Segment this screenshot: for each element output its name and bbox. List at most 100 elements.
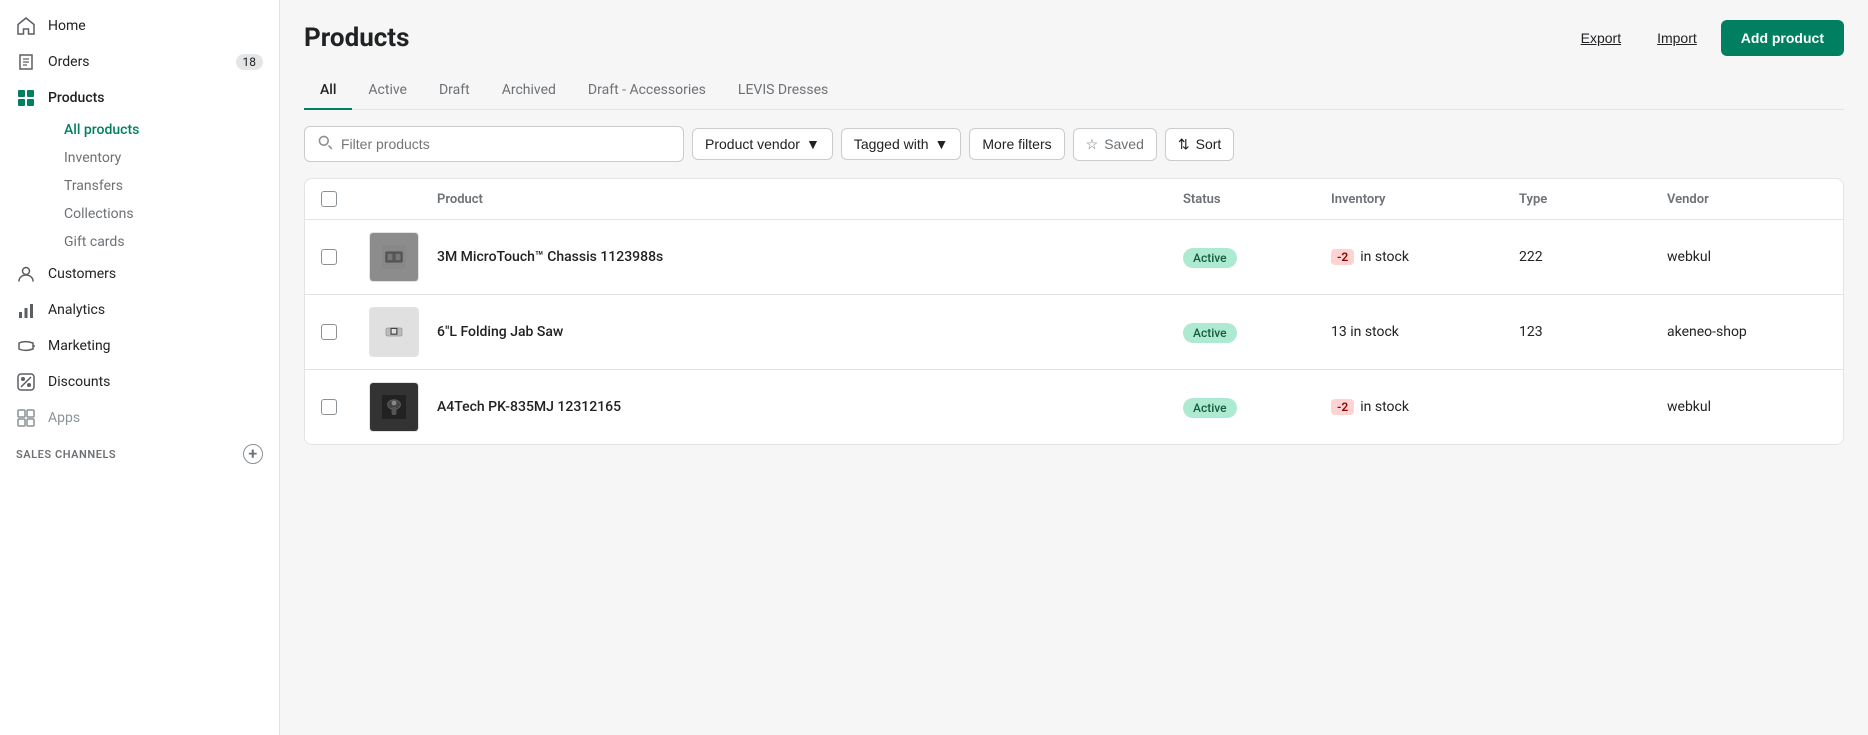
home-icon [16, 16, 36, 36]
select-all-checkbox[interactable] [321, 191, 361, 207]
export-button[interactable]: Export [1569, 22, 1633, 54]
inventory-negative-badge-2: -2 [1331, 399, 1354, 415]
import-button[interactable]: Import [1645, 22, 1709, 54]
row-2-type: 123 [1519, 324, 1659, 340]
marketing-icon [16, 336, 36, 356]
more-filters-button[interactable]: More filters [969, 128, 1064, 160]
sidebar-item-products-label: Products [48, 90, 105, 106]
inventory-text: in stock [1360, 249, 1409, 265]
orders-badge: 18 [236, 54, 264, 70]
status-badge: Active [1183, 323, 1237, 343]
sort-label: Sort [1196, 136, 1222, 152]
row-1-type: 222 [1519, 249, 1659, 265]
sidebar-item-orders[interactable]: Orders 18 [0, 44, 279, 80]
sidebar-item-discounts[interactable]: Discounts [0, 364, 279, 400]
tab-archived[interactable]: Archived [486, 72, 572, 110]
tab-all[interactable]: All [304, 72, 352, 110]
search-icon [317, 134, 333, 154]
sidebar-item-marketing-label: Marketing [48, 338, 111, 354]
page-header: Products Export Import Add product [304, 20, 1844, 56]
row-3-inventory: -2 in stock [1331, 399, 1511, 415]
transfers-label: Transfers [64, 178, 123, 194]
inventory-negative-badge: -2 [1331, 249, 1354, 265]
row-1-checkbox[interactable] [321, 249, 361, 265]
sidebar-item-products[interactable]: Products [0, 80, 279, 116]
row-2-inventory: 13 in stock [1331, 324, 1511, 340]
apps-icon [16, 408, 36, 428]
row-3-checkbox[interactable] [321, 399, 361, 415]
sidebar-item-orders-label: Orders [48, 54, 90, 70]
sidebar-item-apps[interactable]: Apps [0, 400, 279, 436]
sidebar-item-marketing[interactable]: Marketing [0, 328, 279, 364]
product-vendor-filter[interactable]: Product vendor ▼ [692, 128, 833, 160]
filter-bar: Product vendor ▼ Tagged with ▼ More filt… [304, 126, 1844, 162]
table-row[interactable]: 🔲 6"L Folding Jab Saw Active 13 in stock… [305, 295, 1843, 370]
row-3-vendor: webkul [1667, 399, 1827, 415]
chevron-down-icon-2: ▼ [935, 136, 949, 152]
sales-channels-label: SALES CHANNELS [16, 448, 116, 461]
sidebar-item-customers[interactable]: Customers [0, 256, 279, 292]
search-input-wrap[interactable] [304, 126, 684, 162]
table-header-type: Type [1519, 192, 1659, 207]
sidebar-item-inventory[interactable]: Inventory [48, 144, 279, 172]
page-title: Products [304, 23, 409, 53]
analytics-icon [16, 300, 36, 320]
add-sales-channel-button[interactable]: + [243, 444, 263, 464]
status-badge: Active [1183, 248, 1237, 268]
status-badge: Active [1183, 398, 1237, 418]
row-2-status: Active [1183, 322, 1323, 343]
svg-text:🔲: 🔲 [390, 328, 398, 336]
saved-label: Saved [1104, 136, 1144, 152]
sidebar-item-collections[interactable]: Collections [48, 200, 279, 228]
collections-label: Collections [64, 206, 134, 222]
sidebar-item-apps-label: Apps [48, 410, 80, 426]
table-header-row: Product Status Inventory Type Vendor [305, 179, 1843, 220]
row-3-image [369, 382, 419, 432]
inventory-text-2: 13 in stock [1331, 324, 1399, 340]
tab-draft-accessories[interactable]: Draft - Accessories [572, 72, 722, 110]
tabs-bar: All Active Draft Archived Draft - Access… [304, 72, 1844, 110]
customers-icon [16, 264, 36, 284]
inventory-label: Inventory [64, 150, 121, 166]
sidebar-item-transfers[interactable]: Transfers [48, 172, 279, 200]
sidebar-item-gift-cards[interactable]: Gift cards [48, 228, 279, 256]
sidebar-nav: Home Orders 18 Products All products Inv… [0, 0, 279, 735]
tagged-with-filter[interactable]: Tagged with ▼ [841, 128, 962, 160]
table-row[interactable]: 3M MicroTouch™ Chassis 1123988s Active -… [305, 220, 1843, 295]
saved-button[interactable]: ☆ Saved [1073, 128, 1157, 161]
sidebar-item-analytics[interactable]: Analytics [0, 292, 279, 328]
table-row[interactable]: A4Tech PK-835MJ 12312165 Active -2 in st… [305, 370, 1843, 444]
product-img-3m [370, 233, 418, 281]
sort-button[interactable]: ⇅ Sort [1165, 128, 1234, 161]
sidebar-item-all-products[interactable]: All products [48, 116, 279, 144]
sidebar-item-home[interactable]: Home [0, 8, 279, 44]
row-2-image: 🔲 [369, 307, 419, 357]
product-img-a4tech [370, 383, 418, 431]
sidebar-item-analytics-label: Analytics [48, 302, 105, 318]
row-3-name: A4Tech PK-835MJ 12312165 [437, 398, 1175, 416]
more-filters-label: More filters [982, 136, 1051, 152]
row-2-checkbox[interactable] [321, 324, 361, 340]
tab-levis-dresses[interactable]: LEVIS Dresses [722, 72, 844, 110]
row-1-status: Active [1183, 247, 1323, 268]
row-3-status: Active [1183, 397, 1323, 418]
tagged-with-label: Tagged with [854, 136, 929, 152]
search-input[interactable] [341, 136, 671, 152]
sort-icon: ⇅ [1178, 136, 1190, 153]
product-img-saw: 🔲 [370, 308, 418, 356]
all-products-label: All products [64, 122, 139, 138]
inventory-text-3: in stock [1360, 399, 1409, 415]
products-table: Product Status Inventory Type Vendor 3M … [304, 178, 1844, 445]
main-content: Products Export Import Add product All A… [280, 0, 1868, 735]
row-2-vendor: akeneo-shop [1667, 324, 1827, 340]
row-1-image [369, 232, 419, 282]
row-2-name: 6"L Folding Jab Saw [437, 323, 1175, 341]
add-product-button[interactable]: Add product [1721, 20, 1844, 56]
row-1-vendor: webkul [1667, 249, 1827, 265]
table-header-inventory: Inventory [1331, 192, 1511, 207]
sidebar: Home Orders 18 Products All products Inv… [0, 0, 280, 735]
tab-active[interactable]: Active [352, 72, 423, 110]
discounts-icon [16, 372, 36, 392]
tab-draft[interactable]: Draft [423, 72, 486, 110]
orders-icon [16, 52, 36, 72]
